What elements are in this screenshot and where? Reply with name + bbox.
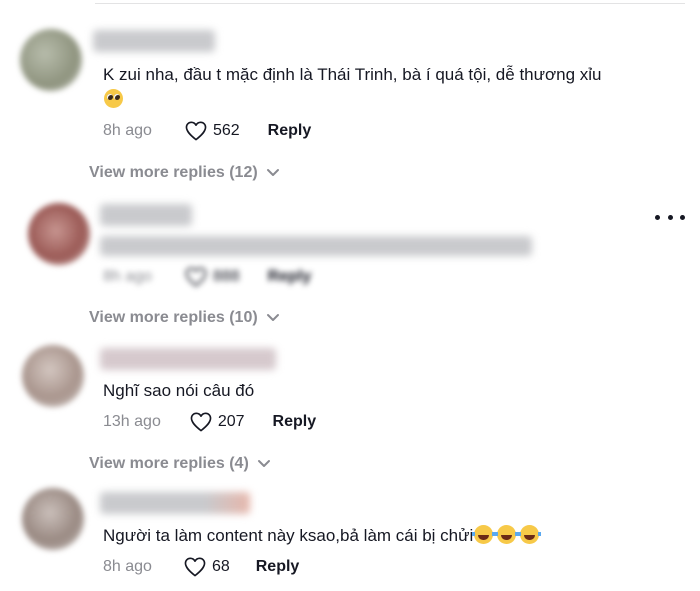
chevron-down-icon [266, 169, 279, 176]
tears-of-joy-face-icon [518, 525, 542, 544]
comment-text-body: K zui nha, đầu t mặc định là Thái Trinh,… [103, 65, 602, 84]
pleading-face-icon [104, 89, 123, 108]
username-blurred[interactable] [100, 492, 250, 514]
view-more-replies-label: View more replies (12) [89, 164, 258, 181]
ellipsis-icon[interactable] [655, 209, 685, 225]
comment-meta: 8h ago 888 Reply [103, 266, 311, 288]
comment-time: 8h ago [103, 122, 152, 139]
reply-button[interactable]: Reply [256, 558, 300, 576]
chevron-down-icon [266, 314, 279, 321]
avatar[interactable] [28, 203, 90, 265]
comment-time: 8h ago [103, 558, 152, 575]
reply-button[interactable]: Reply [268, 268, 312, 286]
comment-meta: 8h ago 68 Reply [103, 556, 299, 578]
like-button[interactable]: 562 [185, 121, 240, 141]
comment-text: Nghĩ sao nói câu đó [103, 378, 254, 404]
like-count: 888 [212, 268, 240, 285]
comment-text: Người ta làm content này ksao,bả làm cái… [103, 523, 542, 549]
comment-meta: 8h ago 562 Reply [103, 120, 311, 142]
comment-text-body: Nghĩ sao nói câu đó [103, 381, 255, 400]
comment-text-body: Người ta làm content này ksao,bả làm cái… [103, 526, 474, 545]
chevron-down-icon [257, 460, 270, 467]
view-more-replies-label: View more replies (4) [89, 455, 249, 472]
like-button[interactable]: 888 [185, 267, 240, 287]
comment-meta: 13h ago 207 Reply [103, 411, 316, 433]
view-more-replies[interactable]: View more replies (10) [89, 307, 280, 329]
like-count: 68 [211, 558, 230, 575]
tears-of-joy-face-icon [472, 525, 496, 544]
like-button[interactable]: 68 [184, 557, 230, 577]
view-more-replies[interactable]: View more replies (4) [89, 453, 271, 475]
tears-of-joy-face-icon [495, 525, 519, 544]
username-blurred[interactable] [100, 204, 192, 226]
like-button[interactable]: 207 [190, 412, 245, 432]
avatar[interactable] [20, 29, 82, 91]
avatar[interactable] [22, 345, 84, 407]
heart-icon [190, 412, 212, 432]
reply-button[interactable]: Reply [268, 122, 312, 140]
view-more-replies-label: View more replies (10) [89, 309, 258, 326]
like-count: 207 [217, 413, 245, 430]
comment-time: 8h ago [103, 268, 152, 285]
comment-time: 13h ago [103, 413, 161, 430]
reply-button[interactable]: Reply [273, 413, 317, 431]
like-count: 562 [212, 122, 240, 139]
view-more-replies[interactable]: View more replies (12) [89, 162, 280, 184]
heart-icon [185, 121, 207, 141]
comment-text-blurred [100, 236, 532, 256]
comment-text-emoji-line [103, 87, 123, 113]
comment-text: K zui nha, đầu t mặc định là Thái Trinh,… [103, 62, 602, 88]
avatar[interactable] [22, 488, 84, 550]
username-blurred[interactable] [93, 30, 215, 52]
top-divider [95, 3, 685, 4]
heart-icon [185, 267, 207, 287]
username-blurred[interactable] [100, 348, 276, 370]
heart-icon [184, 557, 206, 577]
